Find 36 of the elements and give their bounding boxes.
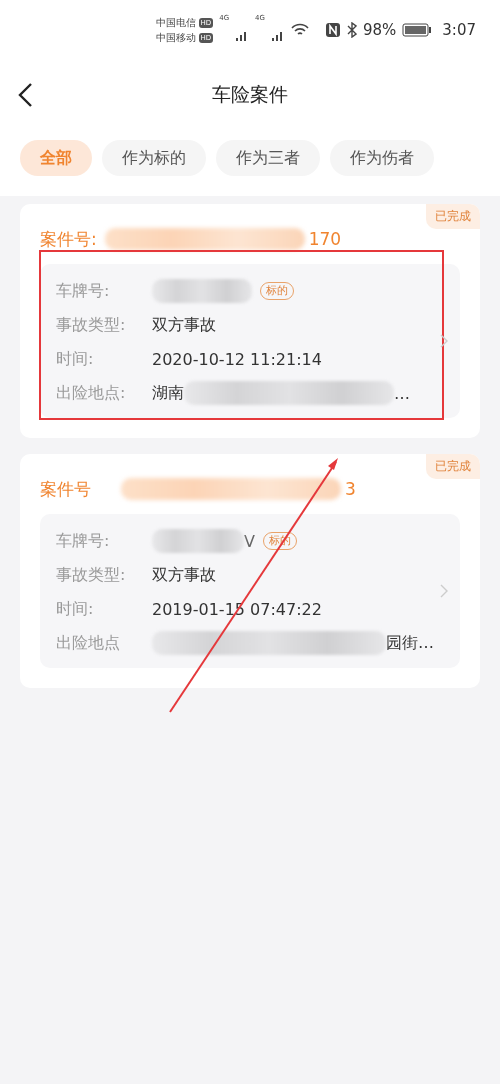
field-label: 事故类型: xyxy=(56,564,127,586)
field-value: 双方事故 xyxy=(152,314,216,336)
field-label: 时间: xyxy=(56,598,95,620)
case-number-label: 案件号 xyxy=(40,477,91,501)
battery-percent: 98% xyxy=(362,21,397,39)
chevron-right-icon xyxy=(440,334,448,348)
field-value: 双方事故 xyxy=(152,564,216,586)
case-number: 170 xyxy=(308,229,342,249)
status-tag: 已完成 xyxy=(426,204,480,229)
field-value: … xyxy=(394,383,410,403)
status-tag: 已完成 xyxy=(426,454,480,479)
field-label: 出险地点: xyxy=(56,382,127,404)
field-label: 出险地点 xyxy=(56,632,121,654)
wifi-icon xyxy=(290,23,309,37)
filter-tab[interactable]: 作为三者 xyxy=(216,140,320,176)
filter-tab[interactable]: 作为伤者 xyxy=(330,140,434,176)
field-label: 车牌号: xyxy=(56,280,111,302)
chevron-right-icon xyxy=(440,584,448,598)
case-card[interactable]: 已完成 案件号: 170 车牌号: 标的 事故类型: 双方事故 时间: 2020-10-12 11:21:14 出险地点: 湖南 … xyxy=(20,204,480,438)
bluetooth-icon xyxy=(346,22,357,38)
field-label: 事故类型: xyxy=(56,314,127,336)
carrier-name: 中国电信 xyxy=(155,16,196,30)
clock: 3:07 xyxy=(442,21,476,39)
carrier-name: 中国移动 xyxy=(155,31,196,45)
field-label: 车牌号: xyxy=(56,530,111,552)
field-value: 湖南 xyxy=(152,382,184,404)
case-number-label: 案件号: xyxy=(40,227,97,251)
page-title: 车险案件 xyxy=(212,82,288,107)
battery-icon xyxy=(402,23,433,37)
field-value: 2020-10-12 11:21:14 xyxy=(152,349,322,369)
case-number: 3 xyxy=(345,479,356,499)
field-value: 园街… xyxy=(386,632,434,654)
field-label: 时间: xyxy=(56,348,95,370)
nfc-icon xyxy=(324,22,341,38)
plate-number: V xyxy=(244,531,255,551)
filter-tab[interactable]: 作为标的 xyxy=(102,140,206,176)
